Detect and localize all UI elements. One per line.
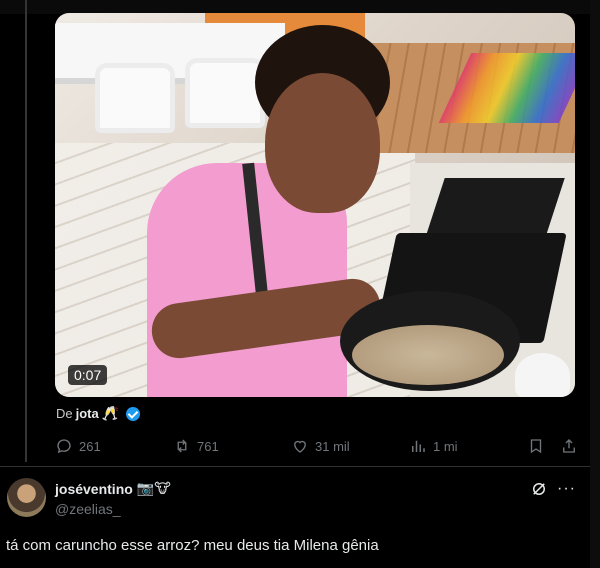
reply-icon (57, 439, 71, 454)
more-options-icon[interactable]: ··· (557, 480, 576, 498)
tweet-divider (0, 466, 590, 467)
reply-author-emojis: 📷🐮 (136, 480, 171, 496)
views-count: 1 mi (433, 438, 458, 454)
video-duration-badge: 0:07 (68, 365, 108, 385)
scrollbar-track[interactable] (590, 0, 600, 568)
tweet-action-bar: 261 761 31 mil 1 mi (55, 435, 580, 457)
video-player[interactable]: 0:07 (55, 13, 575, 397)
video-person-head (265, 73, 380, 213)
bookmark-button[interactable] (527, 437, 545, 455)
heart-icon (294, 440, 306, 453)
bookmark-icon (530, 439, 542, 454)
attribution-prefix: De (56, 406, 73, 421)
share-button[interactable] (560, 437, 578, 455)
attribution-emoji: 🥂 (101, 405, 120, 421)
video-chair (185, 58, 265, 128)
reply-author-handle[interactable]: @zeelias_ (55, 501, 121, 517)
reply-text: tá com caruncho esse arroz? meu deus tia… (6, 537, 379, 554)
reply-author-name[interactable]: joséventino 📷🐮 (55, 480, 171, 497)
reply-button[interactable]: 261 (55, 437, 101, 455)
grok-icon[interactable] (530, 480, 548, 498)
reply-count: 261 (79, 438, 101, 454)
verified-badge-icon (126, 406, 141, 421)
video-rice (352, 325, 504, 385)
top-strip (0, 0, 600, 14)
repost-icon (177, 439, 187, 453)
like-button[interactable]: 31 mil (291, 437, 350, 455)
views-chart-icon (412, 440, 425, 452)
video-kettle (515, 353, 570, 397)
repost-button[interactable]: 761 (173, 437, 219, 455)
reply-author-display-name[interactable]: joséventino (55, 481, 133, 497)
share-icon (563, 439, 575, 453)
repost-count: 761 (197, 438, 219, 454)
attribution-name[interactable]: jota (76, 406, 99, 421)
avatar[interactable] (7, 478, 46, 517)
thread-line (25, 0, 27, 462)
like-count: 31 mil (315, 438, 350, 454)
video-attribution[interactable]: De jota 🥂 (56, 405, 141, 422)
video-cooktop (425, 178, 565, 238)
views-button[interactable]: 1 mi (409, 437, 458, 455)
video-chair (95, 63, 175, 133)
